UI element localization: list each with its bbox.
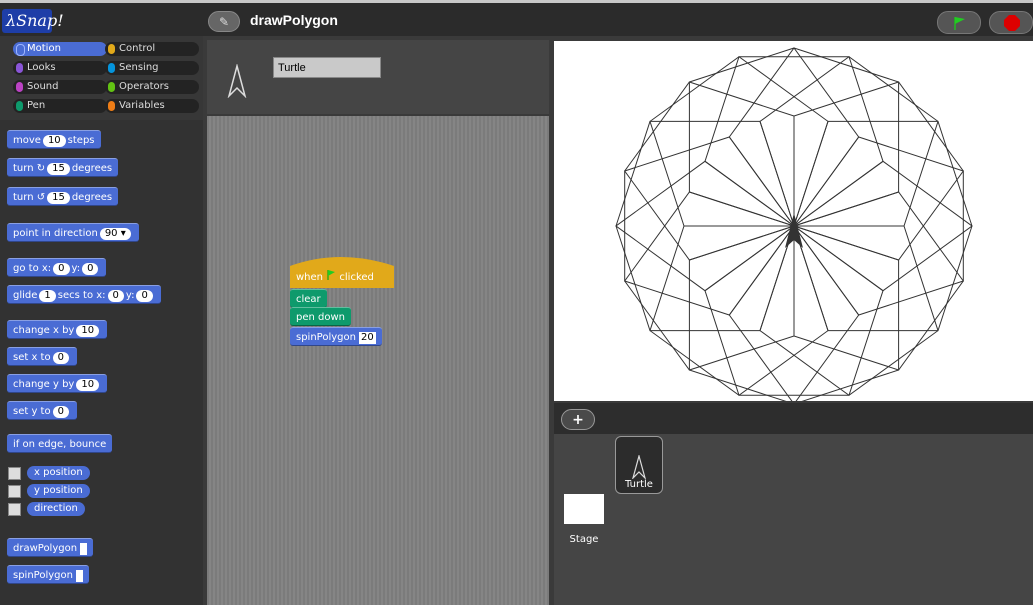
block-go-to-xy[interactable]: go to x: 0 y: 0 — [7, 258, 107, 277]
block-if-on-edge-bounce[interactable]: if on edge, bounce — [7, 434, 113, 453]
corral-toolbar — [554, 403, 1033, 434]
top-bar: λSnap! ✎ drawPolygon — [0, 3, 1033, 36]
polygon-stroke — [793, 191, 964, 371]
reporter-x-position[interactable]: x position — [27, 466, 90, 480]
category-variables[interactable]: Variables — [105, 99, 199, 113]
block-clear[interactable]: clear — [290, 289, 327, 308]
block-move-steps[interactable]: move 10 steps — [7, 130, 101, 149]
block-set-y[interactable]: set y to 0 — [7, 401, 77, 420]
edit-pencil-icon[interactable]: ✎ — [208, 11, 240, 32]
polygon-stroke — [624, 81, 795, 261]
category-sound[interactable]: Sound — [13, 80, 107, 94]
block-pen-down[interactable]: pen down — [290, 307, 351, 326]
checkbox-y-position[interactable] — [8, 485, 21, 498]
stop-sign-icon — [1004, 15, 1020, 31]
block-change-y[interactable]: change y by 10 — [7, 374, 108, 393]
category-selector: Motion Control Looks Sensing Sound Opera… — [0, 36, 203, 120]
block-change-x[interactable]: change x by 10 — [7, 320, 108, 339]
block-draw-polygon[interactable]: drawPolygon — [7, 538, 94, 557]
sprite-name-field[interactable]: Turtle — [273, 57, 381, 78]
category-looks[interactable]: Looks — [13, 61, 107, 75]
stage-thumbnail[interactable] — [564, 494, 604, 524]
turtle-arrow-icon — [227, 64, 247, 98]
block-glide[interactable]: glide 1 secs to x: 0 y: 0 — [7, 285, 161, 304]
snap-logo[interactable]: λSnap! — [2, 9, 64, 33]
polygon-stroke — [624, 191, 795, 371]
checkbox-x-position[interactable] — [8, 467, 21, 480]
category-pen[interactable]: Pen — [13, 99, 107, 113]
category-motion[interactable]: Motion — [13, 42, 107, 56]
green-flag-icon — [954, 17, 965, 30]
hat-block-when-flag-clicked[interactable]: when clicked — [296, 270, 374, 286]
polygon-stroke — [649, 225, 829, 396]
stage[interactable] — [554, 41, 1033, 401]
scripting-area[interactable] — [207, 116, 549, 605]
block-spin-polygon-call[interactable]: spinPolygon 20 — [290, 327, 382, 346]
sprite-thumbnail-label: Turtle — [625, 479, 653, 490]
category-sensing[interactable]: Sensing — [105, 61, 199, 75]
polygon-stroke — [649, 56, 829, 227]
polygon-stroke — [793, 81, 964, 261]
polygon-stroke — [759, 225, 939, 396]
turtle-arrow-icon — [632, 455, 646, 479]
block-point-in-direction[interactable]: point in direction 90 ▾ — [7, 223, 139, 242]
reporter-y-position[interactable]: y position — [27, 484, 90, 498]
polygon-stroke — [759, 56, 939, 227]
green-flag-button[interactable] — [937, 11, 981, 34]
project-title: drawPolygon — [250, 12, 338, 28]
polygon-drawing — [615, 47, 973, 401]
category-control[interactable]: Control — [105, 42, 199, 56]
block-turn-clockwise[interactable]: turn ↻ 15 degrees — [7, 158, 119, 177]
block-spin-polygon[interactable]: spinPolygon — [7, 565, 90, 584]
reporter-direction[interactable]: direction — [27, 502, 85, 516]
green-flag-icon — [327, 270, 336, 280]
polygon-stroke — [728, 225, 900, 401]
stop-button[interactable] — [989, 11, 1033, 34]
block-set-x[interactable]: set x to 0 — [7, 347, 77, 366]
stage-thumbnail-label: Stage — [569, 534, 599, 545]
category-operators[interactable]: Operators — [105, 80, 199, 94]
add-sprite-button[interactable]: + — [561, 409, 595, 430]
checkbox-direction[interactable] — [8, 503, 21, 516]
block-turn-counterclockwise[interactable]: turn ↺ 15 degrees — [7, 187, 119, 206]
